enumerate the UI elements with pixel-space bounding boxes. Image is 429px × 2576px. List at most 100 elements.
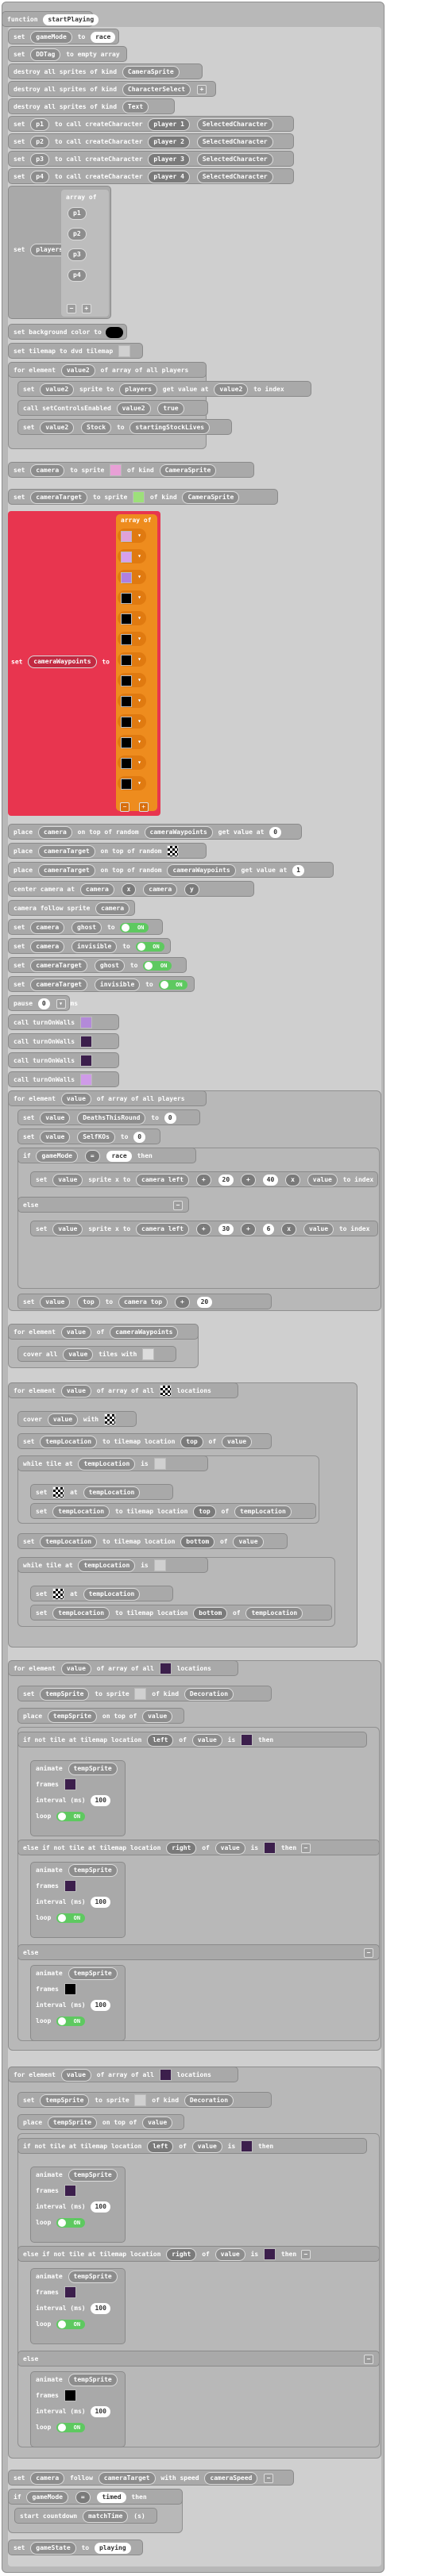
array-item[interactable]: p3 (68, 248, 87, 261)
prop-dropdown[interactable]: top (77, 1295, 100, 1309)
tile-image-icon[interactable] (167, 845, 180, 857)
var-dropdown[interactable]: value (60, 1092, 91, 1105)
waypoint-slot[interactable]: ▾ (118, 529, 146, 543)
var-dropdown[interactable]: value2 (40, 421, 75, 434)
var-dropdown[interactable]: cameraTarget (37, 844, 95, 858)
string-value[interactable]: race (91, 31, 116, 43)
dir-dropdown[interactable]: right (166, 1841, 197, 1855)
fe4-w1-set-templocation[interactable]: set tempLocation to tilemap location top… (30, 1503, 316, 1519)
fe2-set-top[interactable]: set value top to camera top + 20 (17, 1294, 272, 1309)
var-dropdown[interactable]: camera (30, 921, 65, 934)
array-item[interactable]: p4 (68, 269, 87, 282)
player-dropdown[interactable]: player 3 (148, 152, 190, 166)
number-value[interactable]: 20 (218, 1174, 234, 1186)
set-players[interactable]: set players to array of p1 p2 p3 p4 − + (8, 186, 111, 319)
waypoint-slot[interactable]: ▾ (118, 549, 146, 563)
array-item[interactable]: p1 (68, 207, 87, 220)
toggle-switch[interactable]: ON (158, 979, 187, 990)
string-value[interactable]: race (106, 1150, 132, 1162)
var-dropdown[interactable]: value (214, 2247, 245, 2261)
fe5-animate-1[interactable]: animate tempSprite frames interval (ms) … (30, 1760, 126, 1836)
fe5-set-tempsprite[interactable]: set tempSprite to sprite of kind Decorat… (17, 1686, 272, 1701)
var-dropdown[interactable]: value2 (40, 383, 75, 396)
tilemap-thumbnail-icon[interactable] (118, 345, 131, 357)
fe6-animate-3[interactable]: animate tempSprite frames interval (ms) … (30, 2371, 126, 2447)
stat-dropdown[interactable]: SelfKOs (77, 1130, 115, 1144)
var-dropdown[interactable]: camera (95, 902, 130, 915)
var-dropdown[interactable]: value (191, 2140, 222, 2153)
minus-icon[interactable]: − (67, 303, 76, 313)
minus-icon[interactable]: − (300, 2249, 311, 2259)
index-number[interactable]: 0 (269, 826, 282, 838)
frames-image-icon[interactable] (64, 1983, 76, 1995)
var-dropdown[interactable]: camera (30, 940, 65, 953)
final-if-header[interactable]: if gameMode = timed then (8, 2489, 183, 2505)
set-ddtag[interactable]: set DDTag to empty array (8, 46, 127, 62)
fe4-set-templocation-top[interactable]: set tempLocation to tilemap location top… (17, 1433, 272, 1449)
wall-image-icon[interactable] (79, 1036, 92, 1048)
var-dropdown[interactable]: tempSprite (68, 2270, 118, 2283)
number-value[interactable]: 20 (196, 1296, 213, 1308)
fe6-animate-2[interactable]: animate tempSprite frames interval (ms) … (30, 2268, 126, 2344)
array-dropdown[interactable]: cameraWaypoints (144, 825, 213, 839)
var-dropdown[interactable]: camera (30, 463, 65, 477)
var-dropdown[interactable]: p4 (30, 170, 49, 183)
tile-image-icon[interactable] (241, 2140, 253, 2152)
fe4-w2-set-templocation[interactable]: set tempLocation to tilemap location bot… (30, 1605, 332, 1621)
var-dropdown[interactable]: gameState (30, 2541, 76, 2555)
minus-icon[interactable]: − (120, 802, 129, 812)
op-dropdown[interactable]: + (240, 1173, 256, 1186)
interval-value[interactable]: 100 (91, 1896, 110, 1908)
set-background-color[interactable]: set background color to (8, 324, 127, 340)
kind-dropdown[interactable]: CameraSprite (182, 490, 240, 504)
var-dropdown[interactable]: p1 (30, 117, 49, 131)
fe2-set-x-race[interactable]: set value sprite x to camera left + 20 +… (30, 1171, 378, 1187)
var-dropdown[interactable]: tempLocation (234, 1505, 292, 1518)
fe1-set-sprite[interactable]: set value2 sprite to players get value a… (17, 381, 311, 397)
foreach3-header[interactable]: for element value of cameraWaypoints (8, 1324, 199, 1340)
set-gamemode[interactable]: set gameMode to race (8, 29, 119, 44)
foreach6-header[interactable]: for element value of array of all locati… (8, 2067, 238, 2082)
op-dropdown[interactable]: + (240, 1222, 256, 1236)
interval-value[interactable]: 100 (91, 2302, 110, 2314)
var-dropdown[interactable]: cameraTarget (30, 490, 88, 504)
number-value[interactable]: 6 (262, 1223, 275, 1235)
selected-dropdown[interactable]: SelectedCharacter (196, 117, 273, 131)
foreach1-header[interactable]: for element value2 of array of all playe… (8, 362, 207, 378)
set-target-invisible[interactable]: set cameraTarget invisible to ON (8, 976, 195, 992)
minus-icon[interactable]: − (364, 1948, 373, 1958)
frames-image-icon[interactable] (64, 1880, 76, 1892)
number-value[interactable]: 0 (164, 1112, 176, 1124)
fe5-place[interactable]: place tempSprite on top of value (17, 1708, 184, 1724)
player-dropdown[interactable]: player 1 (148, 117, 190, 131)
plus-icon[interactable]: + (196, 84, 207, 94)
bool-dropdown[interactable]: true (157, 402, 184, 415)
wall-image-icon[interactable] (79, 1017, 92, 1028)
waypoint-slot[interactable]: ▾ (118, 673, 146, 687)
frames-image-icon[interactable] (64, 1778, 76, 1790)
set-camera-invisible[interactable]: set camera invisible to ON (8, 938, 171, 954)
kind-dropdown[interactable]: Decoration (184, 1687, 234, 1701)
call-turnonwalls-1[interactable]: call turnOnWalls (8, 1014, 119, 1030)
var-dropdown[interactable]: tempSprite (40, 1687, 90, 1701)
dir-dropdown[interactable]: bottom (180, 1535, 215, 1548)
sprite-image-icon[interactable] (134, 1688, 147, 1700)
fe5-animate-2[interactable]: animate tempSprite frames interval (ms) … (30, 1862, 126, 1938)
var-dropdown[interactable]: value (233, 1535, 264, 1548)
stat-dropdown[interactable]: DeathsThisRound (77, 1111, 146, 1125)
waypoint-slot[interactable]: ▾ (118, 776, 146, 790)
var-dropdown[interactable]: cameraWaypoints (28, 656, 97, 668)
number-value[interactable]: 0 (133, 1131, 146, 1143)
var-dropdown[interactable]: tempLocation (78, 1559, 136, 1572)
place-cameratarget-1[interactable]: place cameraTarget on top of random (8, 843, 207, 859)
array-item[interactable]: p2 (68, 228, 87, 240)
var-dropdown[interactable]: startingStockLives (129, 421, 211, 434)
foreach5-header[interactable]: for element value of array of all locati… (8, 1660, 238, 1676)
var-dropdown[interactable]: cameraSpeed (204, 2471, 258, 2485)
var-dropdown[interactable]: tempSprite (68, 1863, 118, 1877)
var-dropdown[interactable]: gameMode (30, 30, 72, 44)
var-dropdown[interactable]: gameMode (36, 1149, 78, 1163)
var-dropdown[interactable]: tempLocation (40, 1435, 98, 1448)
minus-icon[interactable]: − (300, 1843, 311, 1853)
place-camera[interactable]: place camera on top of random cameraWayp… (8, 824, 302, 840)
